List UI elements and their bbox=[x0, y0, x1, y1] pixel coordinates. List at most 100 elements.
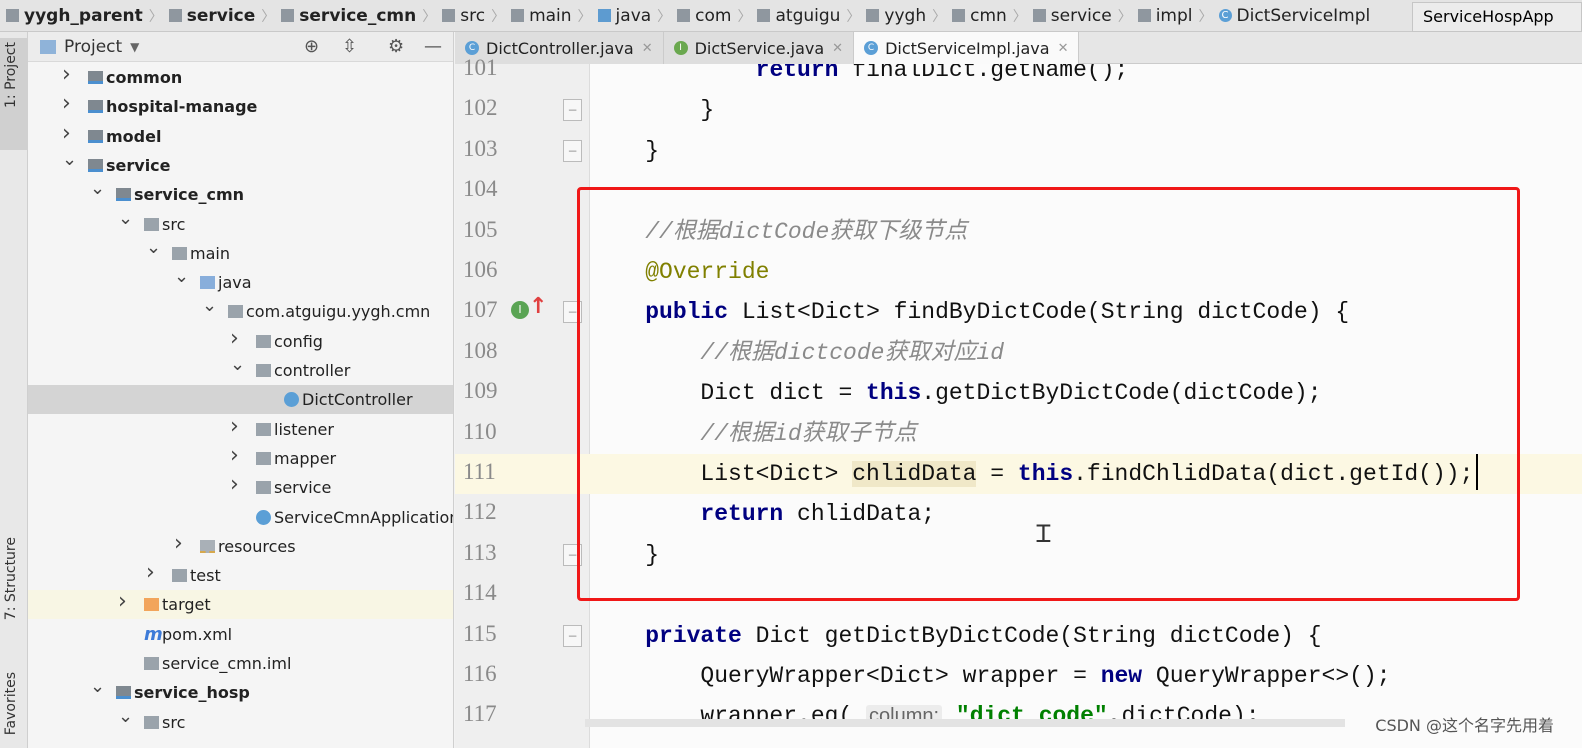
breadcrumb-item[interactable]: C DictServiceImpl bbox=[1213, 6, 1377, 26]
resources-folder-icon bbox=[200, 539, 215, 553]
breadcrumb-item[interactable]: service_cmn bbox=[275, 6, 422, 26]
chevron-right-icon[interactable]: › bbox=[62, 121, 71, 146]
chevron-down-icon[interactable]: ⌄ bbox=[90, 178, 105, 199]
tree-item-label: target bbox=[162, 595, 211, 615]
editor-tab[interactable]: I DictService.java ✕ bbox=[663, 32, 855, 64]
project-tool-label[interactable]: 1: Project bbox=[3, 42, 19, 108]
chevron-down-icon[interactable]: ⌄ bbox=[230, 354, 245, 375]
breadcrumb-item[interactable]: cmn bbox=[946, 6, 1013, 26]
chevron-right-icon[interactable]: › bbox=[230, 472, 239, 497]
tree-item[interactable]: › hospital-manage bbox=[28, 91, 453, 121]
chevron-right-icon[interactable]: › bbox=[146, 560, 155, 585]
code-token: QueryWrapper<Dict> wrapper = bbox=[590, 663, 1101, 689]
gear-icon[interactable]: ⚙ bbox=[388, 36, 404, 57]
line-number: 102 bbox=[463, 95, 498, 121]
tree-item[interactable]: service_cmn.iml bbox=[28, 649, 453, 678]
breadcrumb-item[interactable]: service bbox=[163, 6, 262, 26]
tree-item-label: ServiceCmnApplication bbox=[274, 507, 454, 527]
tree-item[interactable]: ⌄ com.atguigu.yygh.cmn bbox=[28, 295, 453, 326]
tree-item[interactable]: ServiceCmnApplication bbox=[28, 503, 454, 532]
watermark: CSDN @这个名字先用着 bbox=[1375, 716, 1554, 735]
structure-tool-label[interactable]: 7: Structure bbox=[3, 537, 19, 620]
folder-icon bbox=[144, 715, 159, 729]
tab-label: DictServiceImpl.java bbox=[885, 38, 1050, 58]
fold-marker-icon[interactable]: − bbox=[563, 624, 582, 647]
tree-item[interactable]: ⌄ src bbox=[28, 208, 453, 239]
editor-horizontal-scrollbar[interactable] bbox=[585, 719, 1345, 727]
editor-tab[interactable]: C DictServiceImpl.java ✕ bbox=[854, 32, 1080, 64]
chevron-down-icon[interactable]: ⌄ bbox=[118, 706, 133, 727]
breadcrumb-label: service bbox=[1050, 5, 1112, 26]
folder-icon bbox=[511, 9, 525, 22]
hide-icon[interactable]: — bbox=[424, 36, 442, 57]
chevron-right-icon[interactable]: › bbox=[230, 326, 239, 351]
favorites-tool-label[interactable]: Favorites bbox=[3, 672, 19, 735]
tree-item[interactable]: › mapper bbox=[28, 443, 453, 473]
tree-item[interactable]: ⌄ service_cmn bbox=[28, 178, 453, 209]
chevron-down-icon[interactable]: ⌄ bbox=[90, 676, 105, 697]
arrow-up-icon: ↑ bbox=[529, 294, 548, 320]
breadcrumb-item[interactable]: atguigu bbox=[751, 6, 846, 26]
chevron-right-icon[interactable]: › bbox=[230, 414, 239, 439]
tree-item[interactable]: › model bbox=[28, 121, 453, 151]
chevron-down-icon[interactable]: ⌄ bbox=[146, 237, 161, 258]
tree-item[interactable]: › common bbox=[28, 62, 453, 92]
locate-icon[interactable]: ⊕ bbox=[304, 36, 319, 57]
chevron-right-icon[interactable]: › bbox=[62, 62, 71, 87]
close-icon[interactable]: ✕ bbox=[832, 41, 843, 56]
code-token: } bbox=[590, 137, 660, 164]
breadcrumb-label: atguigu bbox=[775, 5, 841, 26]
tree-item[interactable]: ⌄ main bbox=[28, 237, 453, 268]
breadcrumb-item[interactable]: main bbox=[505, 6, 577, 26]
run-configuration-selector[interactable]: ServiceHospApp bbox=[1412, 2, 1582, 32]
breadcrumb-item[interactable]: java bbox=[592, 6, 658, 26]
fold-marker-icon[interactable]: − bbox=[563, 139, 582, 162]
tree-item-label: service_cmn bbox=[134, 185, 245, 205]
implements-method-icon[interactable]: I bbox=[511, 301, 529, 320]
breadcrumb-label: service_cmn bbox=[299, 5, 417, 26]
tree-item[interactable]: m pom.xml bbox=[28, 620, 453, 649]
tree-item[interactable]: ⌄ java bbox=[28, 266, 453, 297]
chevron-right-icon[interactable]: › bbox=[118, 589, 127, 614]
chevron-down-icon[interactable]: ⌄ bbox=[174, 266, 189, 287]
tree-item[interactable]: › config bbox=[28, 326, 453, 356]
code-token: Dict getDictByDictCode(String dictCode) … bbox=[741, 622, 1322, 649]
project-panel: Project ▼ ⊕ ⇳ ⚙ — › common › hospital-manag… bbox=[28, 32, 454, 748]
class-icon: C bbox=[1218, 9, 1232, 22]
tree-item[interactable]: ⌄ service_hosp bbox=[28, 676, 453, 707]
breadcrumb-separator-icon: 〉 bbox=[422, 8, 437, 25]
tree-item[interactable]: › test bbox=[28, 560, 453, 590]
folder-icon bbox=[144, 217, 159, 231]
line-number: 112 bbox=[463, 499, 497, 525]
chevron-right-icon[interactable]: › bbox=[62, 91, 71, 116]
tree-item[interactable]: › listener bbox=[28, 414, 453, 444]
tree-item[interactable]: › service bbox=[28, 472, 453, 502]
chevron-down-icon[interactable]: ⌄ bbox=[118, 208, 133, 229]
close-icon[interactable]: ✕ bbox=[1058, 41, 1069, 56]
close-icon[interactable]: ✕ bbox=[642, 41, 653, 56]
breadcrumb-separator-icon: 〉 bbox=[491, 8, 506, 25]
tree-item[interactable]: DictController bbox=[28, 385, 453, 415]
tree-item[interactable]: › target bbox=[28, 589, 453, 620]
breadcrumb-item[interactable]: service bbox=[1027, 6, 1118, 26]
chevron-down-icon[interactable]: ⌄ bbox=[202, 295, 217, 316]
chevron-down-icon[interactable]: ⌄ bbox=[62, 149, 77, 170]
breadcrumb-item[interactable]: yygh bbox=[860, 6, 932, 26]
collapse-all-icon[interactable]: ⇳ bbox=[342, 36, 357, 57]
project-view-selector[interactable]: Project bbox=[64, 37, 122, 57]
breadcrumb-item[interactable]: com bbox=[671, 6, 737, 26]
fold-marker-icon[interactable]: − bbox=[563, 99, 582, 122]
tree-item[interactable]: ⌄ controller bbox=[28, 354, 453, 385]
breadcrumb-item[interactable]: impl bbox=[1132, 6, 1199, 26]
tree-item[interactable]: › resources bbox=[28, 531, 453, 561]
breadcrumb-item[interactable]: src bbox=[436, 6, 491, 26]
breadcrumb-separator-icon: 〉 bbox=[1012, 8, 1027, 25]
chevron-down-icon[interactable]: ▼ bbox=[130, 40, 139, 54]
chevron-right-icon[interactable]: › bbox=[230, 443, 239, 468]
chevron-right-icon[interactable]: › bbox=[174, 531, 183, 556]
breadcrumb-item[interactable]: yygh_parent bbox=[0, 6, 149, 26]
tree-item[interactable]: ⌄ src bbox=[28, 706, 453, 737]
project-panel-header: Project ▼ ⊕ ⇳ ⚙ — bbox=[28, 32, 453, 62]
tree-item[interactable]: ⌄ service bbox=[28, 149, 453, 180]
